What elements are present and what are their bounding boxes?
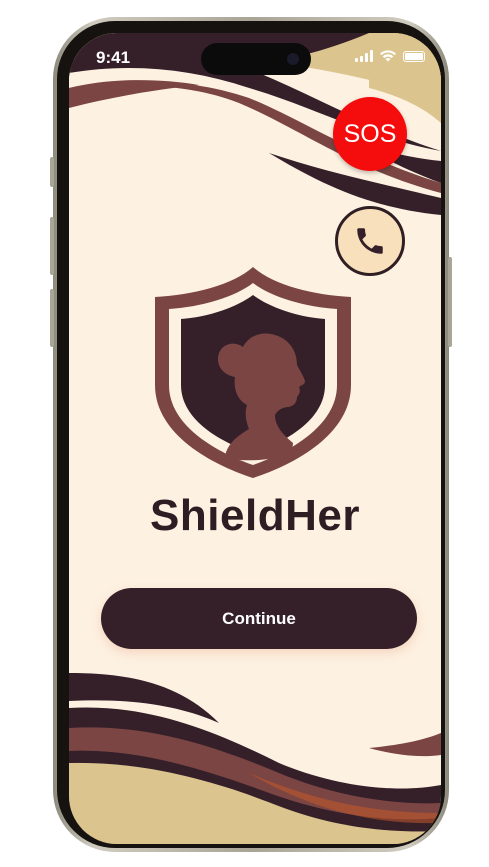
- sos-button[interactable]: SOS: [333, 97, 407, 171]
- sos-label: SOS: [343, 119, 397, 148]
- power-button: [448, 257, 452, 347]
- shield-woman-icon: [155, 267, 351, 478]
- dynamic-island: [201, 43, 311, 75]
- battery-icon: [403, 50, 425, 62]
- volume-up-button: [50, 217, 54, 275]
- status-time: 9:41: [96, 48, 131, 67]
- phone-bezel: 9:41 SOS ShieldHer Continue: [57, 21, 445, 848]
- camera-icon: [287, 53, 299, 65]
- continue-button[interactable]: Continue: [101, 588, 417, 649]
- volume-down-button: [50, 289, 54, 347]
- phone-icon: [357, 228, 383, 254]
- app-name: ShieldHer: [150, 491, 360, 540]
- wifi-icon: [380, 50, 396, 62]
- screen: 9:41 SOS ShieldHer Continue: [69, 33, 441, 844]
- mute-switch: [50, 157, 54, 187]
- continue-label: Continue: [222, 608, 296, 628]
- phone-frame: 9:41 SOS ShieldHer Continue: [50, 17, 452, 852]
- signal-icon: [355, 50, 373, 62]
- status-icons: [355, 50, 425, 62]
